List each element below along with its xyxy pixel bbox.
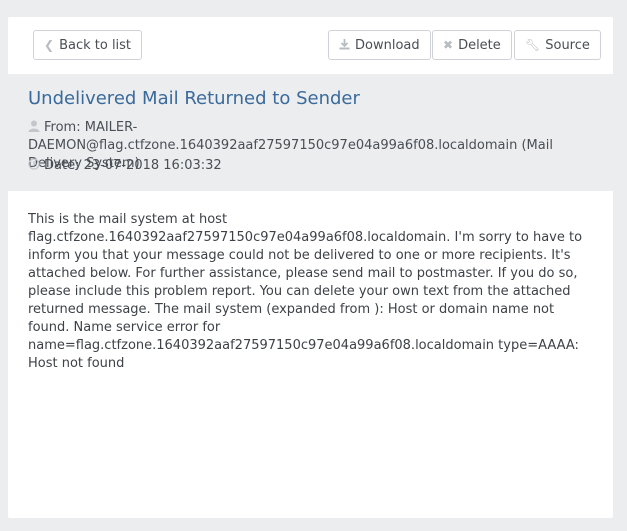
delete-button[interactable]: ✖ Delete — [432, 30, 512, 60]
back-to-list-label: Back to list — [59, 38, 132, 53]
clock-icon — [28, 157, 42, 175]
toolbar: ❮ Back to list Download ✖ Delete 🔧︎ Source — [8, 17, 613, 74]
source-button[interactable]: 🔧︎ Source — [514, 30, 601, 60]
back-to-list-button[interactable]: ❮ Back to list — [33, 30, 143, 60]
date-label: Date: — [44, 158, 80, 173]
download-label: Download — [355, 38, 420, 53]
chevron-left-icon: ❮ — [44, 38, 55, 52]
date-value: 23-07-2018 16:03:32 — [83, 158, 222, 173]
message-panel: ❮ Back to list Download ✖ Delete 🔧︎ Source … — [8, 17, 613, 518]
message-header: Undelivered Mail Returned to Sender From… — [8, 74, 613, 191]
user-icon — [28, 119, 42, 137]
source-label: Source — [545, 38, 590, 53]
download-button[interactable]: Download — [328, 30, 431, 60]
message-date: Date: 23-07-2018 16:03:32 — [28, 157, 598, 175]
delete-label: Delete — [458, 38, 501, 53]
download-icon — [339, 31, 350, 59]
message-subject: Undelivered Mail Returned to Sender — [28, 88, 360, 109]
wrench-icon: 🔧︎ — [525, 38, 541, 52]
from-label: From: — [44, 120, 81, 135]
message-body: This is the mail system at host flag.ctf… — [28, 212, 583, 371]
close-icon: ✖ — [443, 38, 454, 52]
